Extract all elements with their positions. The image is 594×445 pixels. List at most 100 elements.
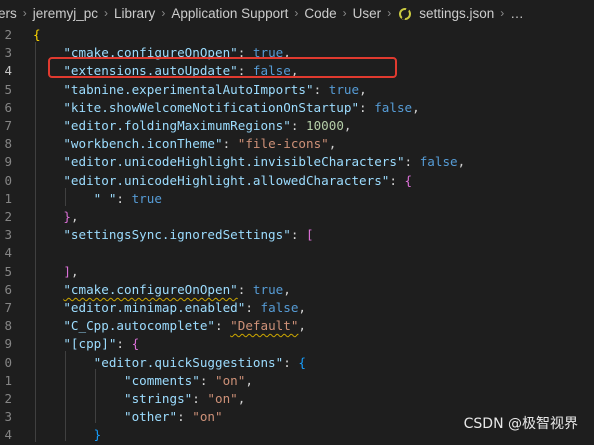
line-number: 4 xyxy=(4,427,12,443)
code-line[interactable]: } xyxy=(33,426,102,444)
breadcrumb-item[interactable]: Code xyxy=(304,6,336,21)
code-area[interactable]: { "cmake.configureOnOpen": true, "extens… xyxy=(33,26,594,443)
json-value: "file-icons" xyxy=(237,136,329,152)
json-key: "workbench.iconTheme" xyxy=(63,136,223,152)
breadcrumb-file[interactable]: settings.json xyxy=(419,6,494,21)
json-key: "cmake.configureOnOpen" xyxy=(63,281,238,297)
line-number: 3 xyxy=(4,227,12,243)
json-key: "editor.unicodeHighlight.invisibleCharac… xyxy=(63,154,405,170)
watermark: CSDN @极智视界 xyxy=(463,416,578,432)
json-value: false xyxy=(419,154,458,170)
json-key: "editor.unicodeHighlight.allowedCharacte… xyxy=(63,172,390,188)
brace: { xyxy=(298,354,306,370)
line-number: 8 xyxy=(4,136,12,152)
brace: } xyxy=(93,427,102,443)
highlight-annotation-box xyxy=(48,57,397,78)
breadcrumb-item[interactable]: jeremyj_pc xyxy=(33,6,98,21)
code-line[interactable]: "editor.foldingMaximumRegions": 10000, xyxy=(33,117,351,135)
chevron-right-icon: › xyxy=(500,6,505,20)
code-line[interactable]: "other": "on" xyxy=(33,408,223,426)
line-number: 8 xyxy=(4,318,12,334)
code-line[interactable]: "workbench.iconTheme": "file-icons", xyxy=(33,135,336,153)
line-number: 5 xyxy=(4,263,12,279)
breadcrumb-item[interactable]: Library xyxy=(114,6,155,21)
json-key: "settingsSync.ignoredSettings" xyxy=(63,227,291,243)
json-value: false xyxy=(260,300,299,315)
line-number: 2 xyxy=(4,27,12,42)
line-number: 6 xyxy=(4,99,12,115)
breadcrumb-more[interactable]: … xyxy=(510,6,524,21)
json-value: "on" xyxy=(207,391,238,406)
json-key: "editor.foldingMaximumRegions" xyxy=(63,118,291,133)
line-number-gutter: 2 3 4 5 6 7 8 9 0 1 2 3 4 5 6 7 8 9 0 1 … xyxy=(0,26,14,443)
code-line[interactable]: "settingsSync.ignoredSettings": [ xyxy=(33,226,314,244)
code-line[interactable]: "tabnine.experimentalAutoImports": true, xyxy=(33,81,366,99)
json-value: "on" xyxy=(192,409,223,425)
code-line[interactable]: "editor.unicodeHighlight.allowedCharacte… xyxy=(33,172,412,190)
chevron-right-icon: › xyxy=(342,6,347,20)
json-key: "editor.minimap.enabled" xyxy=(63,300,246,315)
breadcrumb-item[interactable]: ers xyxy=(0,6,17,21)
line-number: 7 xyxy=(4,118,12,133)
json-key: "kite.showWelcomeNotificationOnStartup" xyxy=(63,99,360,115)
line-number: 2 xyxy=(4,391,12,406)
chevron-right-icon: › xyxy=(387,6,392,20)
code-line[interactable]: "[cpp]": { xyxy=(33,335,139,353)
json-value: true xyxy=(328,81,360,97)
breadcrumb: ers › jeremyj_pc › Library › Application… xyxy=(0,0,594,26)
code-line[interactable]: }, xyxy=(33,208,78,226)
json-value: 10000 xyxy=(305,118,344,133)
code-line[interactable]: "comments": "on", xyxy=(33,372,253,390)
code-line[interactable]: { xyxy=(33,26,41,44)
json-value: "Default" xyxy=(230,318,299,334)
json-value: true xyxy=(131,190,162,206)
json-key: "[cpp]" xyxy=(63,336,117,352)
code-line[interactable]: "editor.unicodeHighlight.invisibleCharac… xyxy=(33,153,465,171)
code-line[interactable]: "C_Cpp.autocomplete": "Default", xyxy=(33,317,306,335)
chevron-right-icon: › xyxy=(294,6,299,20)
json-key: "strings" xyxy=(124,391,193,406)
line-number: 3 xyxy=(4,45,12,61)
line-number: 7 xyxy=(4,300,12,315)
line-number: 2 xyxy=(4,209,12,224)
brace: } xyxy=(63,209,71,224)
brace: { xyxy=(33,27,41,42)
code-line[interactable]: "cmake.configureOnOpen": true, xyxy=(33,281,291,299)
code-line[interactable]: " ": true xyxy=(33,190,162,208)
code-line[interactable]: "kite.showWelcomeNotificationOnStartup":… xyxy=(33,99,419,117)
breadcrumb-item[interactable]: User xyxy=(353,6,382,21)
line-number: 5 xyxy=(4,81,12,97)
line-number: 4 xyxy=(4,63,12,79)
line-number: 6 xyxy=(4,281,12,297)
json-key: "other" xyxy=(124,409,178,425)
line-number: 9 xyxy=(4,336,12,352)
code-editor[interactable]: 2 3 4 5 6 7 8 9 0 1 2 3 4 5 6 7 8 9 0 1 … xyxy=(0,26,594,443)
brace: { xyxy=(131,336,140,352)
chevron-right-icon: › xyxy=(161,6,166,20)
line-number: 0 xyxy=(4,172,12,188)
line-number: 9 xyxy=(4,154,12,170)
line-number: 1 xyxy=(4,190,12,206)
json-key: "editor.quickSuggestions" xyxy=(93,354,284,370)
line-number: 0 xyxy=(4,354,12,370)
breadcrumb-item[interactable]: Application Support xyxy=(171,6,288,21)
json-value: false xyxy=(374,99,413,115)
json-key: "comments" xyxy=(124,372,200,388)
line-number: 4 xyxy=(4,245,12,261)
json-value: "on" xyxy=(215,372,246,388)
brace: { xyxy=(404,172,413,188)
code-line[interactable]: "editor.quickSuggestions": { xyxy=(33,354,306,372)
json-file-icon xyxy=(399,8,412,20)
line-number: 1 xyxy=(4,372,12,388)
json-key: " " xyxy=(93,190,117,206)
json-key: "C_Cpp.autocomplete" xyxy=(63,318,215,334)
chevron-right-icon: › xyxy=(104,6,109,20)
code-line[interactable]: ], xyxy=(33,263,78,281)
code-line[interactable]: "editor.minimap.enabled": false, xyxy=(33,299,306,317)
json-value: true xyxy=(252,281,284,297)
bracket: ] xyxy=(63,263,71,279)
line-number: 3 xyxy=(4,409,12,425)
chevron-right-icon: › xyxy=(22,6,27,20)
code-line[interactable]: "strings": "on", xyxy=(33,390,245,408)
bracket: [ xyxy=(305,227,314,243)
